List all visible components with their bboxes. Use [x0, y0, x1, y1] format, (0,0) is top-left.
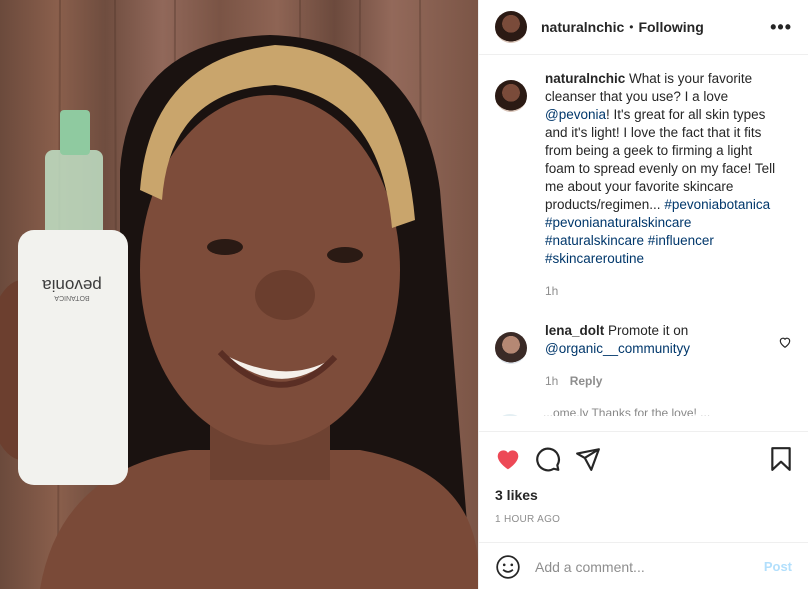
- more-options-icon[interactable]: •••: [770, 17, 792, 38]
- comment-time: 1h: [545, 374, 559, 388]
- partial-commenter-avatar[interactable]: [495, 414, 525, 416]
- emoji-icon[interactable]: [495, 554, 521, 580]
- reply-button[interactable]: Reply: [570, 374, 603, 388]
- comment-input[interactable]: Add a comment...: [535, 559, 645, 575]
- caption-mention[interactable]: @pevonia: [545, 107, 606, 122]
- caption-username[interactable]: naturalnchic: [545, 71, 625, 86]
- following-button[interactable]: Following: [638, 19, 703, 35]
- product-line: BOTANICA: [54, 294, 90, 301]
- caption: naturalnchic What is your favorite clean…: [495, 70, 794, 300]
- comment-icon[interactable]: [535, 446, 561, 472]
- separator-dot: •: [629, 20, 634, 34]
- commenter-username[interactable]: lena_dolt: [545, 323, 604, 338]
- post-timestamp: 1 HOUR AGO: [495, 514, 561, 525]
- partial-comment-text: ...ome.ly Thanks for the love! ...: [543, 406, 711, 416]
- post-comment-button[interactable]: Post: [764, 559, 792, 574]
- caption-time: 1h: [545, 284, 559, 298]
- comments-section[interactable]: naturalnchic What is your favorite clean…: [495, 70, 794, 426]
- likes-count[interactable]: 3 likes: [495, 487, 538, 503]
- post-photo[interactable]: pevonia BOTANICA: [0, 0, 478, 589]
- comment-mention[interactable]: @organic__communityy: [545, 341, 690, 356]
- add-comment-bar: Add a comment... Post: [479, 542, 808, 590]
- commenter-avatar[interactable]: [495, 332, 527, 364]
- share-icon[interactable]: [575, 446, 601, 472]
- author-avatar[interactable]: [495, 11, 527, 43]
- product-brand: pevonia: [42, 276, 102, 295]
- selfie-illustration: pevonia BOTANICA: [0, 0, 478, 589]
- comment-item: lena_dolt Promote it on @organic__commun…: [495, 322, 794, 390]
- action-bar: [479, 431, 808, 492]
- comment-text: Promote it on: [608, 323, 689, 338]
- heart-icon[interactable]: [495, 446, 521, 472]
- comment-item-partial: ...ome.ly Thanks for the love! ...: [495, 404, 794, 416]
- comment-like-icon[interactable]: [778, 335, 792, 349]
- instagram-post: pevonia BOTANICA naturalnchic • Followin…: [0, 0, 808, 589]
- author-username[interactable]: naturalnchic: [541, 19, 624, 35]
- post-header: naturalnchic • Following •••: [479, 0, 808, 55]
- post-side-panel: naturalnchic • Following ••• naturalnchi…: [478, 0, 808, 589]
- caption-avatar[interactable]: [495, 80, 527, 112]
- bookmark-icon[interactable]: [768, 446, 794, 472]
